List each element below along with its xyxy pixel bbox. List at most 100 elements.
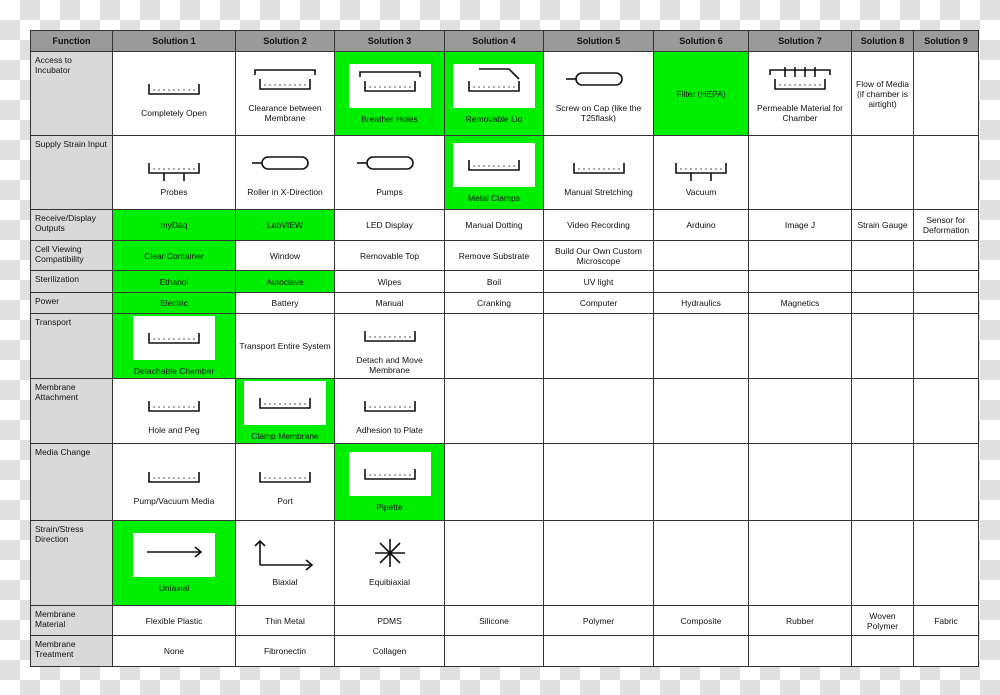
solution-cell (653, 240, 749, 271)
table-row: Receive/Display Outputs myDaq LabVIEW LED D… (30, 209, 979, 241)
solution-text: Thin Metal (265, 615, 305, 626)
selected-solution-cell: Breather Holes (334, 51, 445, 136)
detach-chamber-icon (148, 333, 200, 344)
solution-cell (913, 635, 979, 667)
solution-cell (851, 313, 914, 379)
solution-text: Manual (375, 298, 404, 308)
function-label: Supply Strain Input (30, 135, 113, 210)
solution-cell (851, 378, 914, 444)
probe-icon (148, 162, 200, 181)
solution-cell: None (112, 635, 236, 667)
lidded-dish-icon (254, 68, 316, 90)
selected-solution-cell: Clamp Membrane (235, 378, 335, 444)
solution-text: Clearance between Membrane (248, 102, 322, 123)
solution-text: Ethanol (159, 276, 189, 287)
function-label: Strain/Stress Direction (30, 520, 113, 606)
solution-cell (444, 520, 544, 606)
function-label: Receive/Display Outputs (30, 209, 113, 241)
solution-cell (543, 443, 654, 521)
solution-cell (653, 313, 749, 379)
solution-cell: Image J (748, 209, 852, 241)
function-label: Media Change (30, 443, 113, 521)
solution-cell: Flow of Media (if chamber is airtight) (851, 51, 914, 136)
solution-text: Pipette (376, 502, 403, 512)
selected-solution-cell: Filter (HEPA) (653, 51, 749, 136)
solution-cell: Hydraulics (653, 292, 749, 314)
solution-cell (913, 443, 979, 521)
solution-text: Electric (160, 298, 188, 308)
solution-cell (444, 443, 544, 521)
column-header-solution-6: Solution 6 (653, 30, 749, 52)
solution-text: Adhesion to Plate (356, 425, 423, 435)
table-row: Supply Strain Input Probes Roller in X-Dir… (30, 135, 979, 210)
solution-cell: Detach and Move Membrane (334, 313, 445, 379)
solution-cell (748, 135, 852, 210)
solution-text: Uniaxial (158, 583, 190, 593)
solution-text: Pump/Vacuum Media (133, 496, 215, 506)
solution-cell (653, 443, 749, 521)
solution-text: Sensor for Deformation (922, 215, 970, 235)
solution-text: Flexible Plastic (145, 615, 203, 626)
solution-text: Removable Top (360, 250, 419, 261)
solution-cell (851, 270, 914, 293)
solution-text: Magnetics (780, 298, 820, 308)
solution-text: Boil (486, 276, 502, 287)
solution-text: Collagen (372, 646, 407, 656)
vacuum-icon (675, 162, 727, 181)
solution-cell: Biaxial (235, 520, 335, 606)
solution-cell (748, 443, 852, 521)
sketch-frame (453, 63, 535, 108)
function-label: Membrane Treatment (30, 635, 113, 667)
sketch-frame (133, 533, 215, 577)
column-header-solution-2: Solution 2 (235, 30, 335, 52)
solution-text: Vacuum (685, 186, 717, 197)
sketch-frame (453, 142, 535, 187)
header-row: Function Solution 1 Solution 2 Solution 3 So… (30, 30, 979, 52)
solution-cell: Equibiaxial (334, 520, 445, 606)
solution-cell (748, 378, 852, 444)
solution-cell: Composite (653, 605, 749, 636)
table-row: Media Change Pump/Vacuum Media Port Pipette (30, 443, 979, 521)
solution-text: Fabric (934, 615, 958, 626)
function-label: Sterilization (30, 270, 113, 293)
solution-cell (851, 443, 914, 521)
solution-cell: Window (235, 240, 335, 271)
manual-stretch-icon (572, 162, 625, 174)
solution-cell: Removable Top (334, 240, 445, 271)
solution-text: Detachable Chamber (133, 366, 215, 376)
table-row: Access to Incubator Completely Open Cleara… (30, 51, 979, 136)
sketch-frame (244, 381, 326, 425)
solution-cell: Clearance between Membrane (235, 51, 335, 136)
solution-cell: Strain Gauge (851, 209, 914, 241)
column-header-solution-4: Solution 4 (444, 30, 544, 52)
solution-cell (543, 520, 654, 606)
solution-cell (543, 635, 654, 667)
solution-text: Build Our Own Custom Microscope (555, 245, 642, 266)
solution-text: Metal Clamps (468, 192, 520, 203)
solution-cell: Pump/Vacuum Media (112, 443, 236, 521)
solution-text: Filter (HEPA) (676, 88, 726, 99)
function-label: Transport (30, 313, 113, 379)
sketch-frame (348, 63, 431, 108)
solution-cell: Remove Substrate (444, 240, 544, 271)
solution-cell (851, 240, 914, 271)
solution-text: Strain Gauge (857, 220, 908, 230)
table-row: Sterilization Ethanol Autoclave Wipes Boil UV… (30, 270, 979, 293)
solution-text: Detach and Move Membrane (356, 355, 423, 375)
clamp-icon (468, 159, 520, 171)
solution-cell: Build Our Own Custom Microscope (543, 240, 654, 271)
solution-cell (748, 270, 852, 293)
solution-cell (653, 635, 749, 667)
solution-cell: Rubber (748, 605, 852, 636)
solution-cell (851, 635, 914, 667)
solution-text: Equibiaxial (368, 577, 411, 587)
column-header-function: Function (30, 30, 113, 52)
solution-text: Fibronectin (263, 646, 307, 656)
solution-text: Completely Open (141, 107, 207, 118)
solution-cell: Probes (112, 135, 236, 210)
solution-cell: Sensor for Deformation (913, 209, 979, 241)
solution-text: Remove Substrate (458, 250, 530, 261)
pipette-icon (363, 469, 416, 480)
solution-cell: Fibronectin (235, 635, 335, 667)
solution-cell: Collagen (334, 635, 445, 667)
